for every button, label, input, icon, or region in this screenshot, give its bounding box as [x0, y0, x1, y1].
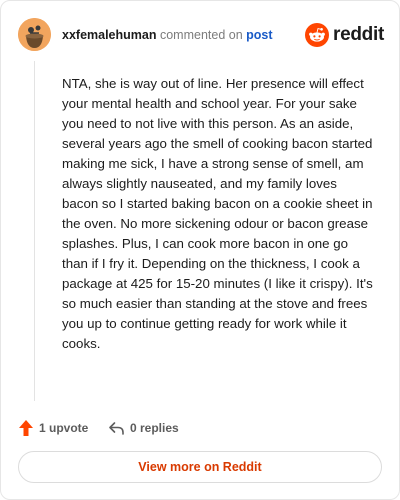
comment-header: xxfemalehuman commented on post reddit	[18, 18, 384, 52]
reply-arrow-icon	[109, 422, 124, 435]
upvote-arrow-icon	[19, 420, 33, 436]
comment-card: xxfemalehuman commented on post reddit N…	[0, 0, 400, 500]
comment-body: NTA, she is way out of line. Her presenc…	[62, 76, 373, 351]
comment-meta: xxfemalehuman commented on post	[62, 27, 273, 43]
username[interactable]: xxfemalehuman	[62, 28, 156, 42]
upvote-button[interactable]: 1 upvote	[18, 417, 88, 439]
thread-line	[34, 61, 35, 401]
avatar-image	[18, 18, 51, 51]
reddit-logo[interactable]: reddit	[305, 22, 384, 48]
comment-actions: 1 upvote 0 replies	[18, 417, 384, 439]
post-link[interactable]: post	[246, 28, 272, 42]
replies-button[interactable]: 0 replies	[108, 417, 179, 439]
upvote-count: 1 upvote	[39, 421, 89, 435]
commented-on-text: commented on	[159, 28, 243, 42]
view-more-button[interactable]: View more on Reddit	[18, 451, 382, 483]
reddit-snoo-icon	[305, 23, 330, 47]
reddit-wordmark: reddit	[333, 24, 384, 45]
replies-count: 0 replies	[130, 421, 179, 435]
user-avatar[interactable]	[18, 18, 51, 51]
